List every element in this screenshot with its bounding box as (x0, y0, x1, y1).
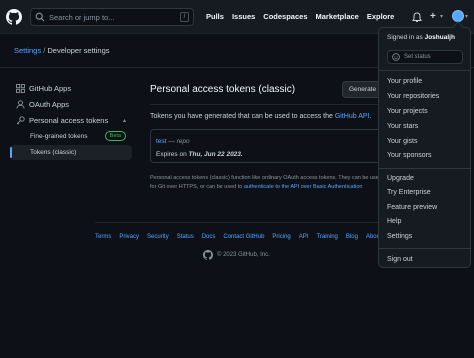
menu-item-help[interactable]: Help (387, 218, 401, 225)
settings-sidebar: GitHub Apps OAuth Apps Personal access t… (10, 80, 132, 160)
menu-item-your-stars[interactable]: Your stars (387, 123, 418, 130)
footer-link-security[interactable]: Security (147, 234, 169, 240)
token-name-row: test — repo (156, 138, 190, 145)
copyright-text: © 2023 GitHub, Inc. (217, 252, 270, 258)
dropdown-divider (379, 168, 470, 169)
footer-link-contact[interactable]: Contact GitHub (223, 234, 264, 240)
menu-item-sign-out[interactable]: Sign out (387, 256, 413, 263)
menu-item-your-repositories[interactable]: Your repositories (387, 93, 439, 100)
footer-link-docs[interactable]: Docs (202, 234, 216, 240)
nav-issues[interactable]: Issues (232, 12, 255, 21)
caret-down-icon: ▾ (465, 14, 469, 20)
basic-auth-link[interactable]: authenticate to the API over Basic Authe… (244, 184, 363, 190)
menu-item-your-profile[interactable]: Your profile (387, 78, 422, 85)
menu-item-try-enterprise[interactable]: Try Enterprise (387, 189, 431, 196)
sidebar-item-label: Personal access tokens (29, 115, 109, 125)
menu-item-your-sponsors[interactable]: Your sponsors (387, 152, 432, 159)
apps-icon (16, 83, 25, 93)
search-box[interactable]: / (30, 8, 194, 26)
footer-link-terms[interactable]: Terms (95, 234, 111, 240)
sidebar-item-label: GitHub Apps (29, 83, 72, 93)
description-text: Tokens you have generated that can be us… (150, 113, 335, 120)
footer-link-status[interactable]: Status (177, 234, 194, 240)
set-status-label: Set status (404, 54, 431, 60)
smiley-icon (392, 53, 400, 61)
sidebar-item-oauth-apps[interactable]: OAuth Apps (10, 96, 132, 112)
note-line-2-text: for Git over HTTPS, or can be used to (150, 184, 244, 190)
caret-down-icon: ▾ (440, 14, 444, 20)
menu-item-settings[interactable]: Settings (387, 233, 412, 240)
footer-copyright: © 2023 GitHub, Inc. (203, 250, 270, 260)
set-status-button[interactable]: Set status (387, 50, 463, 64)
breadcrumb-separator: / (43, 46, 46, 55)
create-new-button[interactable]: + (430, 11, 436, 22)
key-icon (16, 115, 25, 125)
note-line-2: for Git over HTTPS, or can be used to au… (150, 183, 382, 192)
expires-date: Thu, Jun 22 2023. (188, 151, 243, 158)
github-api-link[interactable]: GitHub API (335, 113, 370, 120)
username: Joshualjh (424, 34, 455, 41)
dropdown-divider (379, 248, 470, 249)
person-icon (16, 99, 25, 109)
token-scope: — repo (168, 138, 190, 145)
expires-label: Expires on (156, 151, 189, 158)
footer-link-privacy[interactable]: Privacy (119, 234, 139, 240)
footer-link-training[interactable]: Training (316, 234, 337, 240)
breadcrumb-current: Developer settings (47, 46, 110, 55)
bell-icon[interactable] (412, 12, 422, 23)
footer-link-api[interactable]: API (299, 234, 309, 240)
footer-link-blog[interactable]: Blog (346, 234, 358, 240)
token-name-link[interactable]: test (156, 138, 166, 145)
nav-codespaces[interactable]: Codespaces (263, 12, 307, 21)
github-mark-icon (203, 250, 213, 260)
menu-item-your-gists[interactable]: Your gists (387, 138, 417, 145)
sidebar-item-fine-grained-tokens[interactable]: Fine-grained tokens Beta (10, 129, 132, 144)
nav-marketplace[interactable]: Marketplace (315, 12, 358, 21)
user-menu-dropdown: Signed in as Joshualjh Set status Your p… (378, 21, 471, 268)
sidebar-item-label: OAuth Apps (29, 99, 70, 109)
menu-item-your-projects[interactable]: Your projects (387, 108, 428, 115)
menu-item-upgrade[interactable]: Upgrade (387, 175, 414, 182)
dropdown-divider (379, 70, 470, 71)
description-suffix: . (369, 113, 372, 120)
menu-item-feature-preview[interactable]: Feature preview (387, 204, 437, 211)
sidebar-item-tokens-classic[interactable]: Tokens (classic) (10, 145, 132, 160)
chevron-up-icon: ▴ (122, 117, 126, 124)
search-shortcut-key: / (180, 12, 189, 22)
tokens-description: Tokens you have generated that can be us… (150, 113, 371, 120)
signed-in-label: Signed in as (387, 34, 425, 41)
nav-explore[interactable]: Explore (367, 12, 395, 21)
token-expiration: Expires on Thu, Jun 22 2023. (156, 151, 243, 158)
breadcrumb: Settings / Developer settings (14, 46, 110, 55)
footer-link-pricing[interactable]: Pricing (272, 234, 290, 240)
generate-new-token-button[interactable]: Generate new token (342, 81, 382, 98)
sidebar-item-personal-access-tokens[interactable]: Personal access tokens ▴ (10, 112, 132, 128)
primary-nav: Pulls Issues Codespaces Marketplace Expl… (206, 12, 394, 21)
sidebar-item-github-apps[interactable]: GitHub Apps (10, 80, 132, 96)
sidebar-item-label: Fine-grained tokens (30, 133, 88, 140)
page-title: Personal access tokens (classic) (150, 84, 296, 95)
search-icon (35, 12, 45, 22)
breadcrumb-settings-link[interactable]: Settings (14, 46, 41, 55)
footer-links: Terms Privacy Security Status Docs Conta… (95, 234, 382, 240)
token-list-item: test — repo Expires on Thu, Jun 22 2023. (150, 129, 382, 163)
github-logo-icon[interactable] (6, 9, 22, 25)
search-input[interactable] (49, 12, 169, 22)
user-avatar[interactable] (452, 10, 464, 22)
sidebar-item-label: Tokens (classic) (30, 149, 77, 156)
tokens-note: Personal access tokens (classic) functio… (150, 174, 382, 192)
title-divider (150, 104, 382, 105)
signed-in-as: Signed in as Joshualjh (387, 34, 455, 41)
footer-divider (95, 222, 378, 223)
nav-pulls[interactable]: Pulls (206, 12, 224, 21)
beta-badge: Beta (104, 131, 126, 141)
note-line-1: Personal access tokens (classic) functio… (150, 175, 382, 181)
